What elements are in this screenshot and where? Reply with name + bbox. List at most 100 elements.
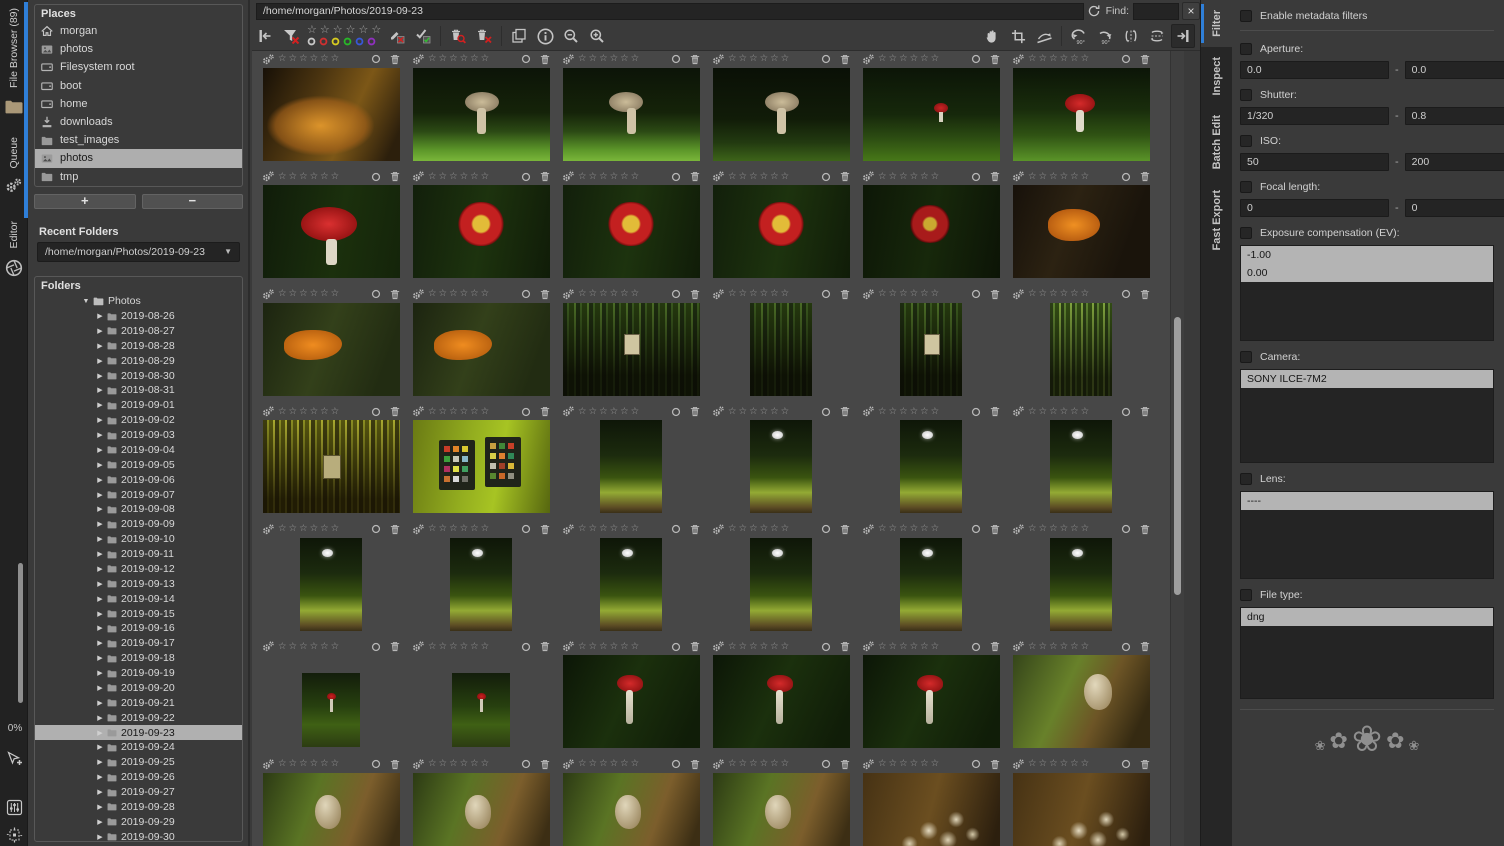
rating-star-icon[interactable]: ☆ (620, 407, 629, 417)
rating-star-icon[interactable]: ☆ (1049, 642, 1058, 652)
filter-checkbox-row[interactable]: Lens: (1240, 473, 1494, 485)
rating-star-icon[interactable]: ☆ (631, 172, 640, 182)
rating-star-icon[interactable]: ☆ (1070, 642, 1079, 652)
rating-star-icon[interactable]: ☆ (749, 524, 758, 534)
rating-star-icon[interactable]: ☆ (331, 172, 340, 182)
profile-gears-icon[interactable] (562, 641, 575, 652)
chevron-right-icon[interactable]: ▶ (95, 714, 105, 722)
filter-checkbox-row[interactable]: Shutter: (1240, 89, 1494, 101)
profile-gears-icon[interactable] (412, 524, 425, 535)
thumbnail-image[interactable] (563, 773, 700, 846)
profile-gears-icon[interactable] (862, 171, 875, 182)
tab-inspect[interactable]: Inspect (1201, 47, 1233, 106)
rating-star-icon[interactable]: ☆ (889, 759, 898, 769)
rating-star-icon[interactable]: ☆ (728, 642, 737, 652)
chevron-right-icon[interactable]: ▶ (95, 342, 105, 350)
rating-star-icon[interactable]: ☆ (331, 642, 340, 652)
rating-star-icon[interactable]: ☆ (899, 759, 908, 769)
rating-star-icon[interactable]: ☆ (1060, 524, 1069, 534)
rating-star-icon[interactable]: ☆ (610, 524, 619, 534)
rating-star-icon[interactable]: ☆ (460, 54, 469, 64)
thumbnail-image[interactable] (863, 655, 1000, 748)
rating-star-icon[interactable]: ☆ (899, 289, 908, 299)
thumbnail-image[interactable] (1050, 420, 1112, 513)
rating-star-icon[interactable]: ☆ (739, 642, 748, 652)
rating-star-icon[interactable]: ☆ (310, 642, 319, 652)
rating-star-icon[interactable]: ☆ (278, 172, 287, 182)
fit-window-button[interactable] (3, 824, 25, 846)
rating-star-icon[interactable]: ☆ (1049, 524, 1058, 534)
lens-listbox[interactable]: ---- (1240, 491, 1494, 579)
rating-star-icon[interactable]: ☆ (760, 172, 769, 182)
rating-star-icon[interactable]: ☆ (931, 172, 940, 182)
chevron-right-icon[interactable]: ▶ (95, 312, 105, 320)
color-label-icon[interactable] (821, 54, 831, 64)
checkbox-icon[interactable] (1240, 589, 1252, 601)
rating-star-icon[interactable]: ☆ (1081, 54, 1090, 64)
checkbox-icon[interactable] (1240, 473, 1252, 485)
rating-star-icon[interactable]: ☆ (931, 759, 940, 769)
thumbnail-image[interactable] (750, 538, 812, 631)
rating-star-icon[interactable]: ☆ (460, 172, 469, 182)
trash-icon[interactable] (840, 171, 850, 182)
rating-star-icon[interactable]: ☆ (760, 642, 769, 652)
rating-star-icon[interactable]: ☆ (781, 759, 790, 769)
rating-star-icon[interactable]: ☆ (310, 407, 319, 417)
folder-row[interactable]: ▶2019-09-29 (35, 814, 242, 829)
thumbnail-image[interactable] (263, 303, 400, 396)
add-place-button[interactable]: + (34, 194, 136, 209)
rank-star-icon[interactable]: ☆ (346, 25, 356, 37)
chevron-right-icon[interactable]: ▶ (95, 654, 105, 662)
rating-star-icon[interactable]: ☆ (428, 172, 437, 182)
rating-star-icon[interactable]: ☆ (310, 759, 319, 769)
profile-gears-icon[interactable] (712, 171, 725, 182)
rating-star-icon[interactable]: ☆ (920, 289, 929, 299)
rating-star-icon[interactable]: ☆ (1039, 524, 1048, 534)
rating-star-icon[interactable]: ☆ (1081, 759, 1090, 769)
rating-star-icon[interactable]: ☆ (739, 407, 748, 417)
folder-row[interactable]: ▶2019-09-27 (35, 785, 242, 800)
folder-row[interactable]: ▶2019-09-28 (35, 799, 242, 814)
rating-star-icon[interactable]: ☆ (470, 289, 479, 299)
trash-icon[interactable] (840, 54, 850, 65)
unedited-filter-button[interactable] (385, 24, 409, 48)
rating-star-icon[interactable]: ☆ (631, 407, 640, 417)
rating-star-icon[interactable]: ☆ (578, 289, 587, 299)
collapse-left-button[interactable] (253, 24, 277, 48)
trash-icon[interactable] (990, 759, 1000, 770)
rating-star-icon[interactable]: ☆ (599, 407, 608, 417)
enable-metadata-filters[interactable]: Enable metadata filters (1240, 10, 1494, 22)
rating-star-icon[interactable]: ☆ (1049, 172, 1058, 182)
color-label-icon[interactable] (521, 289, 531, 299)
checkbox-icon[interactable] (1240, 227, 1252, 239)
chevron-right-icon[interactable]: ▶ (95, 684, 105, 692)
color-label-icon[interactable] (1121, 407, 1131, 417)
rating-star-icon[interactable]: ☆ (289, 289, 298, 299)
range-from-input[interactable] (1240, 199, 1389, 217)
profile-gears-icon[interactable] (262, 406, 275, 417)
rating-star-icon[interactable]: ☆ (1039, 54, 1048, 64)
crop-button[interactable] (1006, 24, 1030, 48)
rating-star-icon[interactable]: ☆ (728, 172, 737, 182)
profile-gears-icon[interactable] (862, 289, 875, 300)
rating-star-icon[interactable]: ☆ (728, 289, 737, 299)
folder-row[interactable]: ▶2019-09-06 (35, 472, 242, 487)
rating-star-icon[interactable]: ☆ (610, 289, 619, 299)
folder-row[interactable]: ▶2019-09-21 (35, 695, 242, 710)
place-item[interactable]: boot (35, 77, 242, 95)
tab-editor[interactable]: Editor (0, 221, 27, 276)
color-label-icon[interactable] (971, 642, 981, 652)
rating-star-icon[interactable]: ☆ (289, 759, 298, 769)
folder-row[interactable]: ▶2019-08-26 (35, 309, 242, 324)
rating-star-icon[interactable]: ☆ (889, 407, 898, 417)
rating-star-icon[interactable]: ☆ (1028, 172, 1037, 182)
rating-star-icon[interactable]: ☆ (1081, 172, 1090, 182)
rating-star-icon[interactable]: ☆ (599, 759, 608, 769)
chevron-right-icon[interactable]: ▶ (95, 773, 105, 781)
rating-star-icon[interactable]: ☆ (428, 524, 437, 534)
filter-checkbox-row[interactable]: Exposure compensation (EV): (1240, 227, 1494, 239)
color-label-icon[interactable] (971, 759, 981, 769)
folder-row[interactable]: ▶2019-09-24 (35, 740, 242, 755)
profile-gears-icon[interactable] (262, 759, 275, 770)
rating-star-icon[interactable]: ☆ (460, 289, 469, 299)
